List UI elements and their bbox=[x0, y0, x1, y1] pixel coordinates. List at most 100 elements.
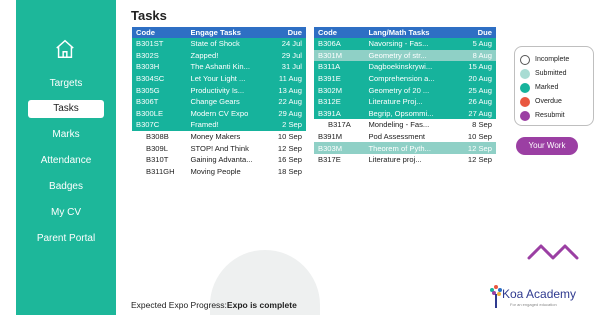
logo-name: Koa Academy bbox=[502, 287, 577, 301]
task-name[interactable]: STOP! And Think bbox=[186, 142, 268, 154]
task-code: B301ST bbox=[132, 38, 187, 50]
task-due: 22 Aug bbox=[268, 95, 306, 108]
table-row[interactable]: B391A Begrip, Opsommi... 27 Aug bbox=[314, 107, 496, 120]
table-header-row: Code Engage Tasks Due bbox=[132, 27, 306, 38]
nav-item-my-cv[interactable]: My CV bbox=[28, 204, 104, 222]
engage-tasks-table: Code Engage Tasks Due B301ST State of Sho… bbox=[132, 27, 306, 177]
table-row[interactable]: B317E Literature proj... 12 Sep bbox=[314, 154, 496, 166]
task-code: B311GH bbox=[146, 166, 175, 176]
task-name[interactable]: Dagboekinskrywi... bbox=[364, 61, 457, 73]
task-name[interactable]: Moving People bbox=[186, 166, 268, 178]
task-due: 10 Sep bbox=[467, 132, 492, 142]
task-name[interactable]: Geometry of str... bbox=[364, 49, 457, 62]
task-name[interactable]: Navorsing - Fas... bbox=[364, 38, 457, 50]
task-name[interactable]: State of Shock bbox=[186, 38, 269, 50]
column-header-engage-tasks: Engage Tasks bbox=[186, 27, 269, 38]
table-row[interactable]: B301M Geometry of str... 8 Aug bbox=[314, 49, 496, 62]
task-code: B309L bbox=[146, 143, 168, 153]
table-row[interactable]: B308B Money Makers 10 Sep bbox=[132, 131, 306, 143]
task-due: 18 Sep bbox=[277, 166, 302, 176]
task-name[interactable]: Change Gears bbox=[186, 95, 269, 108]
task-due: 8 Sep bbox=[472, 120, 492, 130]
logo-tagline: For an engaged education bbox=[510, 302, 557, 307]
table-row[interactable]: B302S Zapped! 29 Jul bbox=[132, 49, 306, 62]
table-row[interactable]: B317A Mondeling - Fas... 8 Sep bbox=[314, 119, 496, 131]
status-legend: Incomplete Submitted Marked Overdue Resu… bbox=[514, 46, 594, 126]
task-name[interactable]: Modern CV Expo bbox=[186, 107, 269, 120]
table-row[interactable]: B304SC Let Your Light ... 11 Aug bbox=[132, 72, 306, 85]
your-work-button[interactable]: Your Work bbox=[516, 137, 578, 155]
table-row[interactable]: B303M Theorem of Pyth... 12 Sep bbox=[314, 142, 496, 154]
table-row[interactable]: B300LE Modern CV Expo 29 Aug bbox=[132, 107, 306, 120]
nav-item-tasks[interactable]: Tasks bbox=[28, 100, 104, 118]
task-name[interactable]: Money Makers bbox=[186, 131, 268, 143]
task-due: 20 Aug bbox=[456, 72, 496, 85]
task-code: B391A bbox=[314, 107, 365, 120]
table-row[interactable]: B391M Pod Assessment 10 Sep bbox=[314, 131, 496, 143]
legend-label: Resubmit bbox=[535, 112, 565, 119]
table-row[interactable]: B305G Productivity Is... 13 Aug bbox=[132, 84, 306, 96]
zigzag-decoration-icon bbox=[527, 244, 579, 260]
task-name[interactable]: Productivity Is... bbox=[186, 84, 269, 96]
expo-progress: Expected Expo Progress:Expo is complete bbox=[131, 300, 297, 310]
table-row[interactable]: B306T Change Gears 22 Aug bbox=[132, 95, 306, 108]
nav-item-targets[interactable]: Targets bbox=[28, 75, 104, 93]
task-name[interactable]: Begrip, Opsommi... bbox=[364, 107, 457, 120]
page-title: Tasks bbox=[131, 8, 167, 23]
task-due: 12 Sep bbox=[277, 143, 302, 153]
task-code: B391M bbox=[318, 132, 343, 142]
incomplete-dot-icon bbox=[520, 55, 530, 65]
task-code: B312E bbox=[314, 95, 365, 108]
task-name[interactable]: Literature Proj... bbox=[364, 95, 457, 108]
table-row[interactable]: B303H The Ashanti Kin... 31 Jul bbox=[132, 61, 306, 73]
table-row[interactable]: B310T Gaining Advanta... 16 Sep bbox=[132, 154, 306, 166]
table-row[interactable]: B302M Geometry of 20 ... 25 Aug bbox=[314, 84, 496, 96]
home-icon[interactable] bbox=[54, 38, 76, 60]
task-due: 15 Aug bbox=[456, 61, 496, 73]
nav-item-parent-portal[interactable]: Parent Portal bbox=[28, 230, 104, 248]
submitted-dot-icon bbox=[520, 69, 530, 79]
task-name[interactable]: Comprehension a... bbox=[364, 72, 457, 85]
legend-label: Marked bbox=[535, 84, 559, 91]
sidebar: Targets Tasks Marks Attendance Badges My… bbox=[16, 0, 116, 315]
legend-label: Submitted bbox=[535, 70, 567, 77]
task-code: B303H bbox=[132, 61, 187, 73]
table-row[interactable]: B301ST State of Shock 24 Jul bbox=[132, 38, 306, 50]
task-code: B317A bbox=[328, 120, 351, 130]
table-row[interactable]: B307C Framed! 2 Sep bbox=[132, 119, 306, 131]
task-due: 8 Aug bbox=[456, 49, 496, 62]
task-due: 29 Jul bbox=[268, 49, 306, 62]
nav-item-badges[interactable]: Badges bbox=[28, 178, 104, 196]
task-due: 12 Sep bbox=[467, 155, 492, 165]
task-name[interactable]: Literature proj... bbox=[364, 154, 456, 166]
table-row[interactable]: B311A Dagboekinskrywi... 15 Aug bbox=[314, 61, 496, 73]
task-code: B307C bbox=[132, 119, 187, 131]
task-due: 12 Sep bbox=[456, 142, 496, 154]
table-row[interactable]: B309L STOP! And Think 12 Sep bbox=[132, 142, 306, 154]
task-due: 5 Aug bbox=[456, 38, 496, 50]
task-code: B302S bbox=[132, 49, 187, 62]
task-name[interactable]: Gaining Advanta... bbox=[186, 154, 268, 166]
task-name[interactable]: Pod Assessment bbox=[364, 131, 456, 143]
task-due: 13 Aug bbox=[268, 84, 306, 96]
task-name[interactable]: Let Your Light ... bbox=[186, 72, 269, 85]
nav-item-marks[interactable]: Marks bbox=[28, 126, 104, 144]
table-row[interactable]: B311GH Moving People 18 Sep bbox=[132, 166, 306, 178]
task-name[interactable]: Framed! bbox=[186, 119, 269, 131]
table-row[interactable]: B391E Comprehension a... 20 Aug bbox=[314, 72, 496, 85]
table-row[interactable]: B312E Literature Proj... 26 Aug bbox=[314, 95, 496, 108]
table-row[interactable]: B306A Navorsing - Fas... 5 Aug bbox=[314, 38, 496, 50]
task-name[interactable]: Theorem of Pyth... bbox=[364, 142, 457, 154]
overdue-dot-icon bbox=[520, 97, 530, 107]
task-name[interactable]: Geometry of 20 ... bbox=[364, 84, 457, 96]
task-code: B317E bbox=[318, 155, 341, 165]
lang-math-tasks-table: Code Lang/Math Tasks Due B306A Navorsing … bbox=[314, 27, 496, 166]
nav-item-attendance[interactable]: Attendance bbox=[28, 152, 104, 170]
task-name[interactable]: Zapped! bbox=[186, 49, 269, 62]
task-code: B310T bbox=[146, 155, 169, 165]
column-header-lang-math-tasks: Lang/Math Tasks bbox=[364, 27, 457, 38]
task-code: B301M bbox=[314, 49, 365, 62]
task-name[interactable]: The Ashanti Kin... bbox=[186, 61, 269, 73]
task-name[interactable]: Mondeling - Fas... bbox=[364, 119, 456, 131]
task-code: B300LE bbox=[132, 107, 187, 120]
